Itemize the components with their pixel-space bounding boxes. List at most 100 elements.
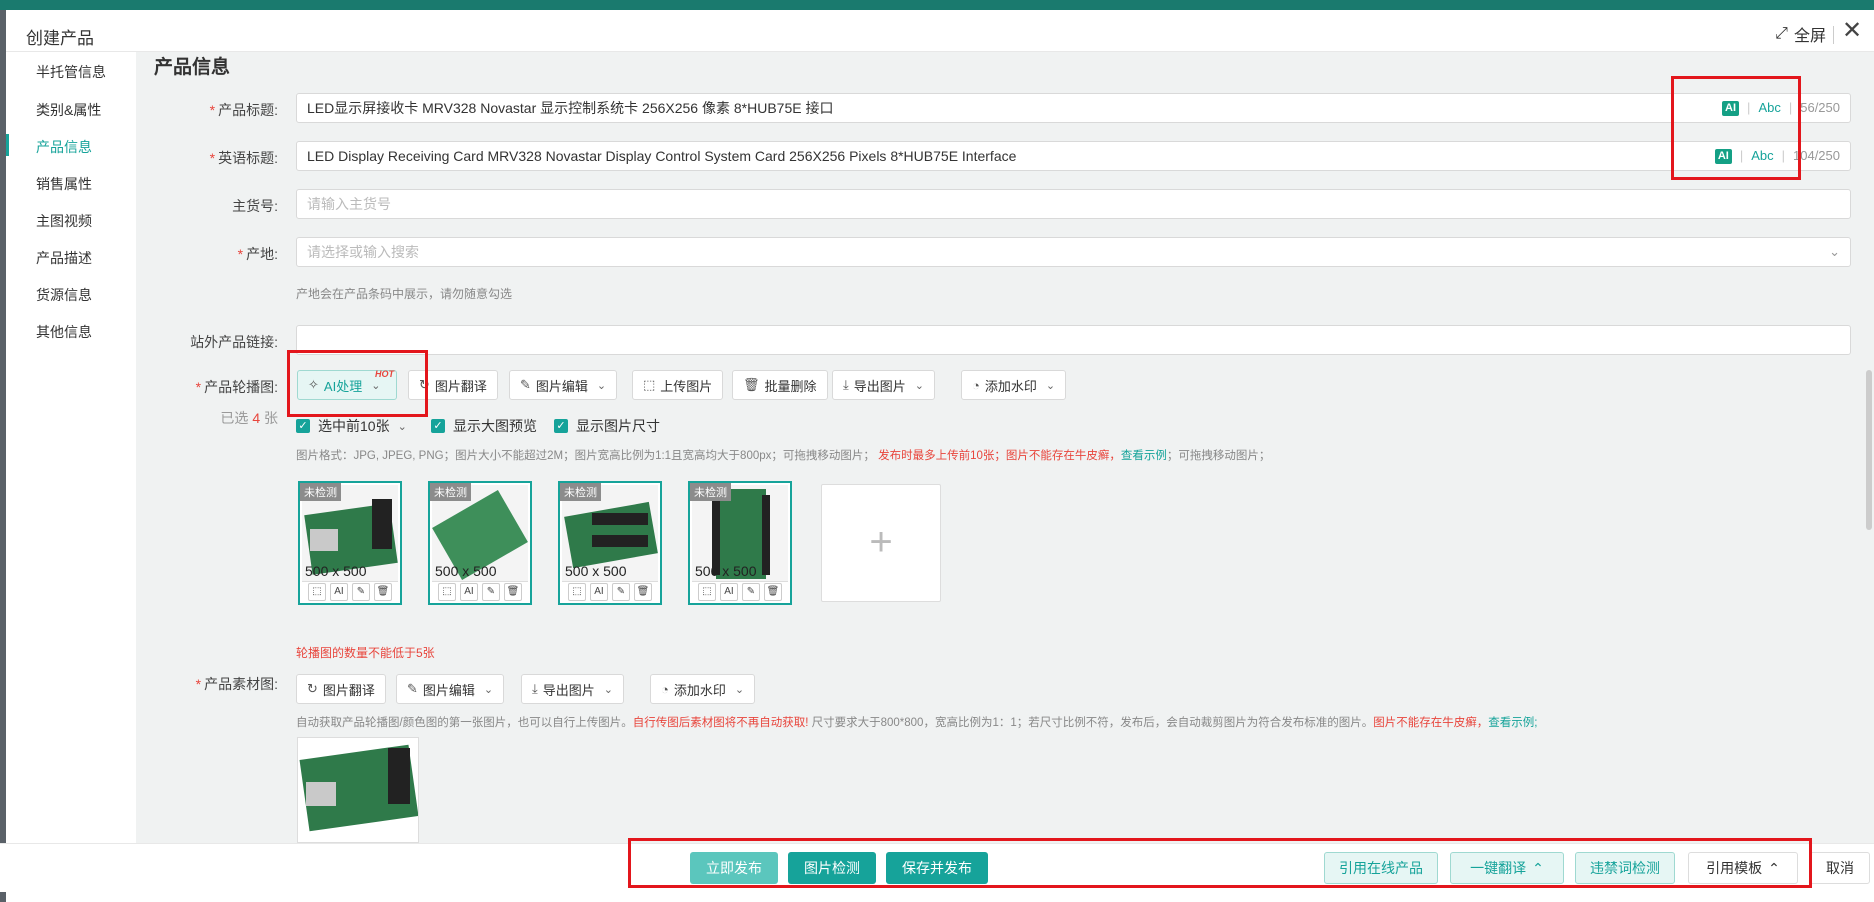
image-edit-icon[interactable]: ⬚ — [568, 582, 586, 601]
material-watermark-button[interactable]: ◔ 添加水印 ⌄ — [650, 674, 756, 704]
material-export-button[interactable]: ⤓ 导出图片 ⌄ — [521, 674, 624, 704]
abc-case-button[interactable]: Abc — [1758, 94, 1780, 122]
carousel-thumb[interactable]: 未检测 500 x 500 ⬚ AI ✎ 🗑 — [298, 481, 402, 605]
add-image-button[interactable]: + — [821, 484, 941, 602]
magic-wand-icon[interactable]: ✎ — [742, 582, 760, 601]
main-sku-input[interactable]: 请输入主货号 — [296, 189, 1851, 219]
nav-item-description[interactable]: 产品描述 — [36, 248, 92, 268]
external-link-input[interactable] — [296, 325, 1851, 355]
product-title-input[interactable]: LED显示屏接收卡 MRV328 Novastar 显示控制系统卡 256X25… — [296, 93, 1851, 123]
nav-item-category-attributes[interactable]: 类别&属性 — [36, 100, 101, 120]
carousel-thumb[interactable]: 未检测 500 x 500 ⬚ AI ✎ 🗑 — [558, 481, 662, 605]
magic-wand-icon[interactable]: ✎ — [352, 582, 370, 601]
magic-wand-icon[interactable]: ✎ — [482, 582, 500, 601]
check-icon: ✓ — [296, 419, 310, 433]
nav-item-semi-managed[interactable]: 半托管信息 — [36, 62, 106, 82]
image-dims: 500 x 500 — [435, 563, 497, 579]
use-online-product-button[interactable]: 引用在线产品 — [1324, 852, 1438, 884]
material-image[interactable] — [297, 737, 419, 843]
carousel-thumb[interactable]: 未检测 500 x 500 ⬚ AI ✎ 🗑 — [688, 481, 792, 605]
translate-icon: ↻ — [307, 681, 318, 696]
image-edit-button[interactable]: ✎ 图片编辑 ⌄ — [509, 370, 618, 400]
origin-label: * 产地: — [237, 246, 278, 262]
status-tag: 未检测 — [690, 483, 731, 501]
chevron-up-icon: ⌃ — [1768, 859, 1780, 876]
trash-icon[interactable]: 🗑 — [634, 582, 652, 601]
use-template-button[interactable]: 引用模板 ⌃ — [1688, 852, 1798, 884]
image-edit-icon[interactable]: ⬚ — [308, 582, 326, 601]
section-title: 产品信息 — [154, 57, 231, 78]
one-click-translate-button[interactable]: 一键翻译 ⌃ — [1450, 852, 1564, 884]
carousel-thumb[interactable]: 未检测 500 x 500 ⬚ AI ✎ 🗑 — [428, 481, 532, 605]
chevron-up-icon: ⌃ — [1532, 859, 1544, 876]
image-edit-icon[interactable]: ⬚ — [698, 582, 716, 601]
ai-title-button[interactable]: AI — [1722, 100, 1740, 116]
nav-active-indicator — [6, 134, 9, 156]
image-check-button[interactable]: 图片检测 — [788, 852, 876, 884]
close-icon[interactable]: ✕ — [1838, 18, 1866, 44]
material-hint: 自动获取产品轮播图/颜色图的第一张图片，也可以自行上传图片。自行传图后素材图将不… — [296, 717, 1538, 729]
english-title-char-count: 104/250 — [1793, 148, 1840, 163]
ai-icon[interactable]: AI — [330, 582, 348, 601]
save-publish-button[interactable]: 保存并发布 — [886, 852, 988, 884]
nav-item-source-info[interactable]: 货源信息 — [36, 285, 92, 305]
ai-process-button[interactable]: ✧ AI处理 ⌄ HOT — [297, 369, 397, 400]
upload-image-button[interactable]: ⬚ 上传图片 — [632, 370, 724, 400]
material-label: * 产品素材图: — [195, 676, 278, 692]
title-input-tools: AI | Abc | 56/250 — [1722, 94, 1840, 122]
translate-icon: ↻ — [419, 377, 430, 392]
material-edit-button[interactable]: ✎ 图片编辑 ⌄ — [396, 674, 505, 704]
nav-item-other-info[interactable]: 其他信息 — [36, 322, 92, 342]
trash-icon[interactable]: 🗑 — [764, 582, 782, 601]
carousel-warning: 轮播图的数量不能低于5张 — [296, 646, 435, 660]
image-dims: 500 x 500 — [305, 563, 367, 579]
carousel-label: * 产品轮播图: — [195, 379, 278, 395]
background-header-strip — [0, 0, 1874, 10]
modal-header: 创建产品 ⤢ 全屏 ✕ — [6, 10, 1874, 52]
trash-icon[interactable]: 🗑 — [504, 582, 522, 601]
magic-wand-icon[interactable]: ✎ — [612, 582, 630, 601]
thumb-actions: ⬚ AI ✎ 🗑 — [692, 581, 788, 601]
ai-english-title-button[interactable]: AI — [1714, 148, 1732, 164]
trash-icon[interactable]: 🗑 — [374, 582, 392, 601]
batch-delete-button[interactable]: 🗑 批量删除 — [732, 370, 828, 400]
magic-wand-icon: ✎ — [520, 377, 531, 392]
view-example-link[interactable]: 查看示例 — [1121, 450, 1167, 462]
image-edit-icon[interactable]: ⬚ — [438, 582, 456, 601]
ai-icon[interactable]: AI — [720, 582, 738, 601]
trash-icon: 🗑 — [743, 377, 760, 392]
watermark-icon: ◔ — [661, 681, 669, 697]
banned-words-check-button[interactable]: 违禁词检测 — [1575, 852, 1675, 884]
status-tag: 未检测 — [560, 483, 601, 501]
material-translate-button[interactable]: ↻ 图片翻译 — [296, 674, 386, 704]
ai-sparkle-icon: ✧ — [308, 377, 319, 392]
ai-icon[interactable]: AI — [590, 582, 608, 601]
selected-count-label: 已选 4 张 — [220, 410, 278, 426]
origin-hint: 产地会在产品条码中展示，请勿随意勾选 — [296, 287, 513, 301]
nav-item-main-video[interactable]: 主图视频 — [36, 211, 92, 231]
thumb-actions: ⬚ AI ✎ 🗑 — [432, 581, 528, 601]
download-icon: ⤓ — [843, 377, 849, 392]
publish-now-button[interactable]: 立即发布 — [690, 852, 778, 884]
show-size-checkbox[interactable]: ✓ 显示图片尺寸 — [554, 416, 660, 436]
check-icon: ✓ — [431, 419, 445, 433]
select-first10-checkbox[interactable]: ✓ 选中前10张 ⌄ — [296, 416, 407, 436]
image-translate-button[interactable]: ↻ 图片翻译 — [408, 370, 498, 400]
material-example-link[interactable]: 查看示例; — [1488, 717, 1537, 729]
magic-wand-icon: ✎ — [407, 681, 418, 696]
large-preview-checkbox[interactable]: ✓ 显示大图预览 — [431, 416, 537, 436]
abc-english-case-button[interactable]: Abc — [1751, 142, 1773, 170]
origin-select[interactable]: 请选择或输入搜索 ⌄ — [296, 237, 1851, 267]
product-title-label: * 产品标题: — [209, 102, 278, 118]
ai-icon[interactable]: AI — [460, 582, 478, 601]
export-image-button[interactable]: ⤓ 导出图片 ⌄ — [832, 370, 935, 400]
english-title-input[interactable]: LED Display Receiving Card MRV328 Novast… — [296, 141, 1851, 171]
add-watermark-button[interactable]: ◔ 添加水印 ⌄ — [961, 370, 1067, 400]
fullscreen-button[interactable]: ⤢ 全屏 — [1775, 22, 1826, 46]
cancel-button[interactable]: 取消 — [1810, 852, 1870, 884]
nav-item-sales-attributes[interactable]: 销售属性 — [36, 174, 92, 194]
section-nav: 半托管信息 类别&属性 产品信息 销售属性 主图视频 产品描述 货源信息 其他信… — [6, 52, 136, 852]
scrollbar[interactable] — [1866, 370, 1872, 530]
nav-item-product-info[interactable]: 产品信息 — [36, 137, 92, 157]
thumb-actions: ⬚ AI ✎ 🗑 — [302, 581, 398, 601]
